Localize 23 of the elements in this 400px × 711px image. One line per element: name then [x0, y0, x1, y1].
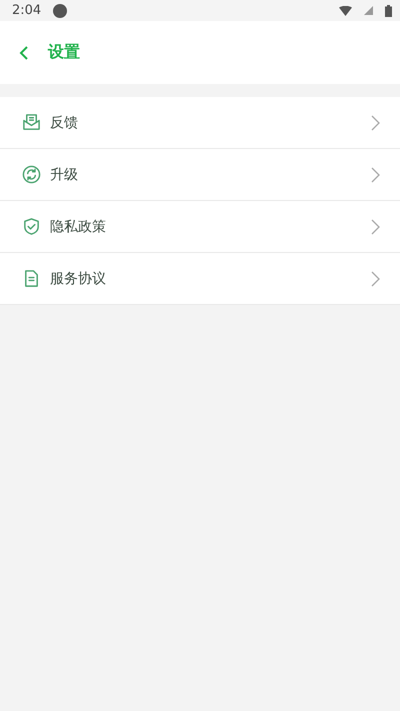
menu-item-label: 升级 [50, 166, 79, 184]
battery-icon [385, 4, 392, 16]
menu-item-label: 服务协议 [50, 270, 107, 288]
document-icon [22, 269, 41, 288]
back-icon[interactable] [18, 44, 30, 60]
status-time: 2:04 [12, 3, 42, 18]
chevron-right-icon [371, 270, 380, 286]
page-title: 设置 [48, 42, 80, 63]
menu-item-label: 隐私政策 [50, 218, 107, 236]
chevron-right-icon [371, 114, 380, 130]
chevron-right-icon [371, 218, 380, 234]
menu-item-label: 反馈 [50, 114, 79, 132]
notification-dot-icon [53, 4, 68, 18]
menu-item[interactable]: 升级 [0, 149, 400, 201]
menu-item[interactable]: 服务协议 [0, 253, 400, 305]
chevron-right-icon [371, 166, 380, 182]
signal-icon [364, 6, 373, 15]
refresh-icon [22, 165, 41, 184]
shield-check-icon [22, 217, 41, 236]
wifi-icon [339, 6, 352, 16]
menu-item[interactable]: 反馈 [0, 97, 400, 149]
menu-item[interactable]: 隐私政策 [0, 201, 400, 253]
envelope-icon [22, 113, 41, 132]
